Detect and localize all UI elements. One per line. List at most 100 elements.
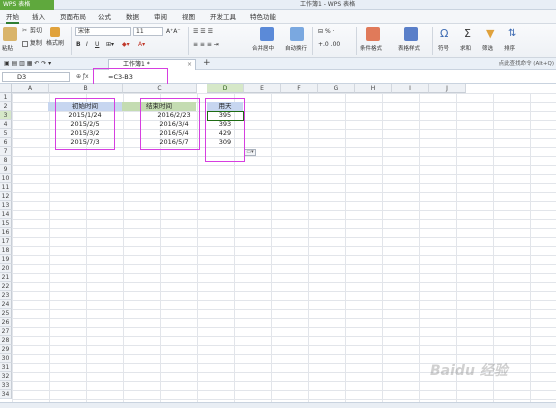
row-header-23[interactable]: 23 [0,291,12,300]
row-header-15[interactable]: 15 [0,219,12,228]
row-header-8[interactable]: 8 [0,156,12,165]
row-header-16[interactable]: 16 [0,228,12,237]
table-style-label[interactable]: 表格样式 [398,44,420,52]
row-header-25[interactable]: 25 [0,309,12,318]
merge-center-icon[interactable] [260,27,274,41]
column-header-h[interactable]: H [355,84,392,93]
row-header-1[interactable]: 1 [0,93,12,102]
row-header-18[interactable]: 18 [0,246,12,255]
select-all-corner[interactable] [0,84,12,93]
conditional-format-icon[interactable] [366,27,380,41]
row-header-19[interactable]: 19 [0,255,12,264]
column-header-b[interactable]: B [49,84,123,93]
row-header-32[interactable]: 32 [0,372,12,381]
tab-formulas[interactable]: 公式 [98,12,111,22]
underline-button[interactable]: U [95,41,99,49]
row-header-22[interactable]: 22 [0,282,12,291]
cut-button[interactable]: ✂ 剪切 [22,27,42,36]
column-header-j[interactable]: J [429,84,466,93]
tab-view[interactable]: 视图 [182,12,195,22]
symbol-label[interactable]: 符号 [438,44,449,52]
name-box[interactable]: D3 [2,72,70,82]
wrap-text-icon[interactable] [290,27,304,41]
column-header-f[interactable]: F [281,84,318,93]
tab-developer[interactable]: 开发工具 [210,12,236,22]
font-color-icon[interactable]: A▾ [138,41,145,49]
row-header-4[interactable]: 4 [0,120,12,129]
tab-review[interactable]: 审阅 [154,12,167,22]
filter-label[interactable]: 筛选 [482,44,493,52]
row-header-14[interactable]: 14 [0,210,12,219]
cell-area[interactable]: 初始时间 结束时间 用天 2015/1/24 2015/2/5 2015/3/2… [12,93,556,402]
row-header-9[interactable]: 9 [0,165,12,174]
row-header-12[interactable]: 12 [0,192,12,201]
decimal-icons[interactable]: +.0 .00 [318,41,340,49]
paste-icon[interactable] [3,27,17,41]
divider [312,27,313,55]
close-icon[interactable]: × [187,60,192,70]
fill-color-icon[interactable]: ◆▾ [122,41,130,49]
row-header-30[interactable]: 30 [0,354,12,363]
row-header-7[interactable]: 7 [0,147,12,156]
row-header-26[interactable]: 26 [0,318,12,327]
new-tab-button[interactable]: + [203,58,211,69]
column-header-c[interactable]: C [123,84,197,93]
format-painter-button[interactable]: 格式刷 [46,40,64,48]
row-header-27[interactable]: 27 [0,327,12,336]
row-header-3[interactable]: 3 [0,111,12,120]
tab-home[interactable]: 开始 [6,12,19,24]
row-header-2[interactable]: 2 [0,102,12,111]
symbol-icon[interactable]: Ω [440,27,448,41]
sum-icon[interactable]: Σ [464,27,471,41]
border-icon[interactable]: ⊞▾ [106,41,114,49]
quick-access-icons[interactable]: ▣ ▤ ▥ ▦ ↶ ↷ ▾ [4,60,51,68]
align-left-icons[interactable]: ≡ ≡ ≡ ⇥ [193,41,219,49]
tab-special[interactable]: 特色功能 [250,12,276,22]
paste-options-icon[interactable]: ▭▾ [244,149,256,156]
conditional-format-label[interactable]: 条件格式 [360,44,382,52]
formula-fx-icon[interactable]: ⊕ ƒx [76,72,89,82]
column-header-d[interactable]: D [207,84,244,93]
row-header-20[interactable]: 20 [0,264,12,273]
row-header-28[interactable]: 28 [0,336,12,345]
font-name-select[interactable]: 宋体 [75,27,131,36]
row-header-5[interactable]: 5 [0,129,12,138]
row-header-11[interactable]: 11 [0,183,12,192]
tab-page-layout[interactable]: 页面布局 [60,12,86,22]
filter-icon[interactable]: ▼ [486,27,494,41]
sort-label[interactable]: 排序 [504,44,515,52]
row-header-10[interactable]: 10 [0,174,12,183]
font-size-select[interactable]: 11 [133,27,163,36]
column-header-e[interactable]: E [244,84,281,93]
copy-button[interactable]: 复制 [22,40,42,48]
wrap-text-label[interactable]: 自动换行 [285,44,307,52]
sum-label[interactable]: 求和 [460,44,471,52]
row-header-13[interactable]: 13 [0,201,12,210]
column-header-a[interactable]: A [12,84,49,93]
app-menu-button[interactable]: WPS 表格 [0,0,54,10]
grow-font-icon[interactable]: A⁺A⁻ [166,28,181,36]
row-header-34[interactable]: 34 [0,390,12,399]
row-header-17[interactable]: 17 [0,237,12,246]
row-header-21[interactable]: 21 [0,273,12,282]
command-search-hint[interactable]: 点此查找命令 (Alt+Q) [499,59,554,69]
formula-input[interactable]: =C3-B3 [104,72,554,82]
brush-icon[interactable] [50,27,60,37]
row-header-29[interactable]: 29 [0,345,12,354]
tab-data[interactable]: 数据 [126,12,139,22]
column-header-i[interactable]: I [392,84,429,93]
row-header-33[interactable]: 33 [0,381,12,390]
row-header-31[interactable]: 31 [0,363,12,372]
align-top-icons[interactable]: ☰ ☰ ☰ [193,28,213,36]
bold-button[interactable]: B [76,41,81,49]
row-header-24[interactable]: 24 [0,300,12,309]
tab-insert[interactable]: 插入 [32,12,45,22]
sort-icon[interactable]: ⇅ [508,27,516,41]
scissors-icon: ✂ [22,27,28,34]
merge-center-label[interactable]: 合并居中 [252,44,274,52]
column-header-g[interactable]: G [318,84,355,93]
row-header-6[interactable]: 6 [0,138,12,147]
table-style-icon[interactable] [404,27,418,41]
number-format-icon[interactable]: ⊟ % · [318,28,334,36]
italic-button[interactable]: I [86,41,88,49]
